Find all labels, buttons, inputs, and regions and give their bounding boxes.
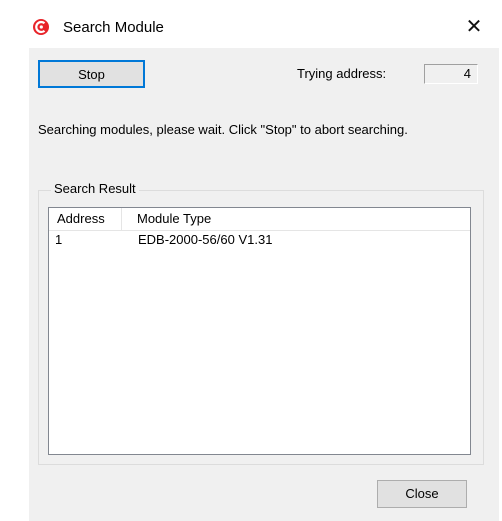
list-header: Address Module Type [49,208,470,231]
stop-button[interactable]: Stop [38,60,145,88]
results-list[interactable]: Address Module Type 1 EDB-2000-56/60 V1.… [48,207,471,455]
list-body: 1 EDB-2000-56/60 V1.31 [49,231,470,249]
column-header-address[interactable]: Address [49,208,122,230]
search-module-dialog: Search Module ✕ Stop Trying address: 4 S… [29,6,499,521]
search-result-group-title: Search Result [51,181,139,196]
cell-address: 1 [55,232,63,247]
status-message: Searching modules, please wait. Click "S… [38,122,408,137]
dialog-client-area: Stop Trying address: 4 Searching modules… [29,48,499,521]
trying-address-value: 4 [424,64,478,84]
cell-module-type: EDB-2000-56/60 V1.31 [138,232,273,247]
trying-address-label: Trying address: [297,66,387,81]
close-icon[interactable]: ✕ [461,14,487,40]
table-row[interactable]: 1 EDB-2000-56/60 V1.31 [49,231,470,249]
column-header-module-type[interactable]: Module Type [122,208,470,230]
app-logo-icon [33,19,49,35]
title-bar[interactable]: Search Module ✕ [29,6,499,48]
window-title: Search Module [63,19,164,36]
close-button[interactable]: Close [377,480,467,508]
